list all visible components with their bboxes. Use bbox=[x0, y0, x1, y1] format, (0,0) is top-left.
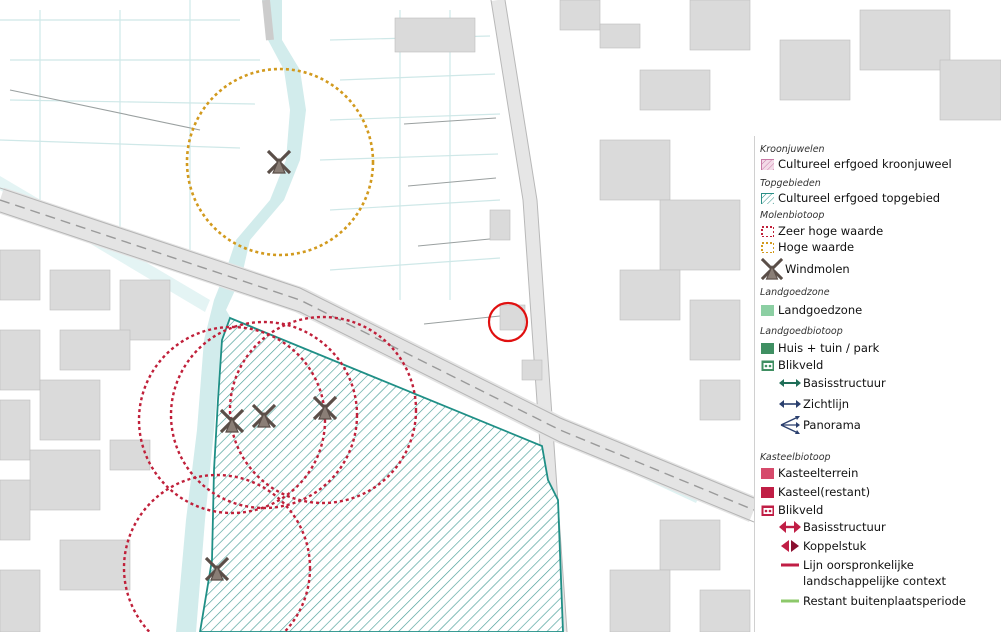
legend-item-label: Basisstructuur bbox=[803, 375, 886, 390]
topgebied-area[interactable] bbox=[199, 316, 564, 632]
navy-fan-arrows-icon bbox=[780, 416, 800, 434]
orange-dotted-box-icon bbox=[761, 242, 774, 253]
legend-item-label: Cultureel erfgoed kroonjuweel bbox=[778, 157, 952, 171]
legend-section-title: Topgebieden bbox=[760, 178, 821, 189]
crimson-double-arrow-icon bbox=[779, 521, 801, 533]
green-line-icon bbox=[781, 599, 799, 603]
legend-section-title: Molenbiotoop bbox=[760, 210, 825, 221]
navy-double-arrow-icon bbox=[779, 400, 801, 408]
legend-item-label: Hoge waarde bbox=[778, 240, 855, 254]
legend-item: Kasteelterrein bbox=[761, 467, 858, 480]
legend-item: Basisstructuur bbox=[779, 376, 886, 390]
legend-item: Cultureel erfgoed topgebied bbox=[761, 192, 940, 205]
legend-item-label: Basisstructuur bbox=[803, 519, 886, 534]
crimson-line-icon bbox=[781, 563, 799, 567]
legend-item-label: Windmolen bbox=[785, 261, 850, 276]
legend-item-label: Kasteelterrein bbox=[778, 466, 859, 480]
green-double-arrow-icon bbox=[779, 379, 801, 387]
legend-item-label: Panorama bbox=[803, 417, 861, 432]
legend-item-continuation: landschappelijke context bbox=[803, 575, 946, 588]
light-green-square-icon bbox=[761, 305, 774, 316]
pink-square-icon bbox=[761, 468, 774, 479]
crimson-square-icon bbox=[761, 487, 774, 498]
legend-item-label: Landgoedzone bbox=[778, 303, 863, 317]
green-blikveld-icon bbox=[761, 360, 774, 371]
legend-item: Zichtlijn bbox=[779, 397, 849, 411]
dark-green-square-icon bbox=[761, 343, 774, 354]
legend-section-title: Landgoedzone bbox=[760, 287, 830, 298]
legend-item-label: Zeer hoge waarde bbox=[778, 224, 884, 238]
legend-item-label: Huis + tuin / park bbox=[778, 341, 880, 355]
red-dotted-box-icon bbox=[761, 226, 774, 237]
legend-item-label: Zichtlijn bbox=[803, 396, 850, 411]
legend-section-title: Kasteelbiotoop bbox=[760, 452, 831, 463]
legend-item-label: Restant buitenplaatsperiode bbox=[803, 593, 967, 608]
legend-item-label: Koppelstuk bbox=[803, 538, 867, 553]
legend-item: Kasteel(restant) bbox=[761, 486, 870, 499]
legend-item-label: Kasteel(restant) bbox=[778, 485, 871, 499]
legend-item: Windmolen bbox=[761, 258, 850, 280]
crimson-coupling-icon bbox=[781, 540, 799, 552]
legend-item: Restant buitenplaatsperiode bbox=[779, 594, 966, 608]
windmill-icon bbox=[761, 258, 783, 280]
legend-item: Blikveld bbox=[761, 359, 823, 372]
legend-item: Landgoedzone bbox=[761, 304, 862, 317]
legend-item: Panorama bbox=[779, 414, 861, 436]
legend-item: Blikveld bbox=[761, 504, 823, 517]
legend-item: Cultureel erfgoed kroonjuweel bbox=[761, 158, 952, 171]
legend-item: Zeer hoge waarde bbox=[761, 225, 883, 238]
legend-section-title: Kroonjuwelen bbox=[760, 144, 825, 155]
legend-item-label: Blikveld bbox=[778, 358, 824, 372]
legend-item: Hoge waarde bbox=[761, 241, 854, 254]
legend-item: Basisstructuur bbox=[779, 520, 886, 534]
legend-item-label: Blikveld bbox=[778, 503, 824, 517]
teal-hatch-icon bbox=[761, 193, 774, 204]
map-legend: Kroonjuwelen Cultureel erfgoed kroonjuwe… bbox=[754, 136, 986, 632]
legend-item: Koppelstuk bbox=[779, 539, 866, 553]
pink-hatch-icon bbox=[761, 159, 774, 170]
legend-item-label: landschappelijke context bbox=[803, 574, 947, 588]
legend-section-title: Landgoedbiotoop bbox=[760, 326, 843, 337]
legend-item: Huis + tuin / park bbox=[761, 342, 879, 355]
crimson-blikveld-icon bbox=[761, 505, 774, 516]
legend-item-label: Cultureel erfgoed topgebied bbox=[778, 191, 941, 205]
legend-item: Lijn oorspronkelijke bbox=[779, 558, 914, 572]
legend-item-label: Lijn oorspronkelijke bbox=[803, 557, 914, 572]
